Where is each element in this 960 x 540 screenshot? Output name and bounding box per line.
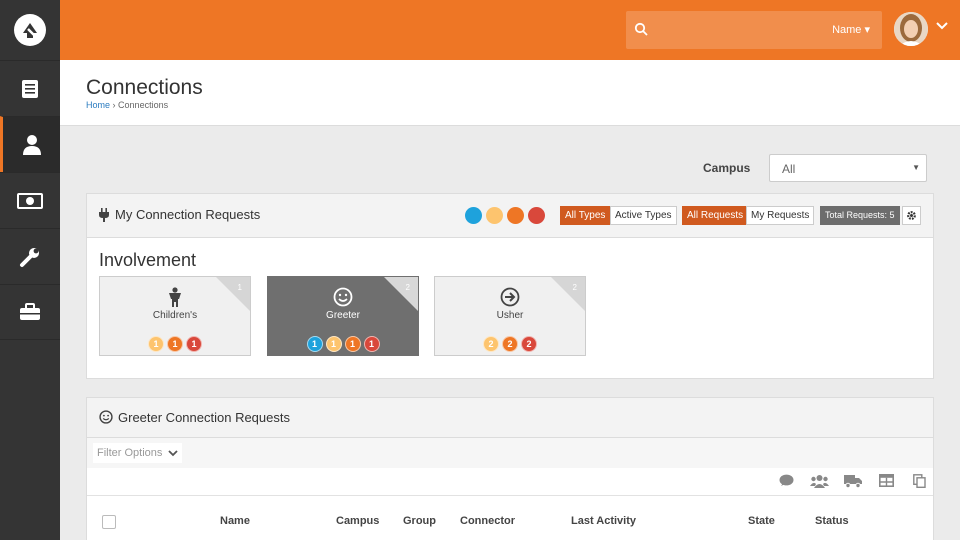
all-requests-button[interactable]: All Requests [682, 206, 749, 225]
status-count-pill: 2 [521, 336, 537, 352]
wrench-icon [20, 247, 39, 267]
my-connection-requests-panel: My Connection Requests All Types Active … [86, 193, 934, 379]
all-types-button[interactable]: All Types [560, 206, 611, 225]
chevron-down-icon[interactable] [936, 22, 948, 30]
gear-icon [907, 211, 916, 220]
status-count-pill: 1 [167, 336, 183, 352]
panel-heading: My Connection Requests All Types Active … [87, 194, 933, 238]
tile-name: Usher [496, 310, 524, 321]
rock-logo[interactable] [0, 0, 60, 60]
tile-name: Greeter [326, 310, 360, 321]
status-dot-active[interactable] [465, 207, 482, 224]
column-state[interactable]: State [748, 515, 775, 527]
tile-name: Children's [152, 310, 198, 321]
smile-icon [333, 287, 353, 307]
campus-selected-value: All [782, 162, 796, 176]
search-filter-dropdown[interactable]: Name ▾ [832, 23, 870, 36]
status-count-pill: 2 [483, 336, 499, 352]
book-icon [22, 79, 38, 98]
sidebar [0, 0, 60, 540]
tile-status-pills: 111 [100, 336, 250, 352]
status-dot-overdue[interactable] [528, 207, 545, 224]
nav-tools[interactable] [0, 228, 60, 284]
panel-heading: Greeter Connection Requests [87, 398, 933, 438]
status-count-pill: 1 [186, 336, 202, 352]
breadcrumb: Home › Connections [86, 100, 168, 110]
select-all-checkbox[interactable] [102, 515, 116, 529]
my-requests-button[interactable]: My Requests [746, 206, 815, 225]
campus-label: Campus [703, 161, 751, 175]
arrow-circle-icon [500, 287, 520, 307]
column-group[interactable]: Group [403, 515, 436, 527]
chevron-down-icon [168, 449, 179, 456]
tile-childrens[interactable]: 1 Children's 111 [99, 276, 251, 356]
tile-status-pills: 1111 [268, 336, 418, 352]
group-icon[interactable] [810, 474, 829, 488]
column-last-activity[interactable]: Last Activity [571, 515, 636, 527]
status-count-pill: 1 [325, 336, 342, 352]
campus-select[interactable]: All ▼ [769, 154, 927, 182]
status-count-pill: 1 [344, 336, 361, 352]
person-icon [22, 134, 41, 155]
money-icon [17, 192, 43, 209]
status-count-pill: 1 [306, 336, 323, 352]
section-heading: Involvement [99, 250, 197, 270]
truck-icon[interactable] [844, 474, 862, 488]
caret-down-icon: ▼ [912, 163, 920, 172]
status-dot-idle[interactable] [486, 207, 503, 224]
user-avatar[interactable] [894, 12, 928, 46]
active-types-button[interactable]: Active Types [610, 206, 677, 225]
filter-options-button[interactable]: Filter Options [93, 443, 183, 463]
briefcase-icon [20, 303, 40, 320]
settings-button[interactable] [902, 206, 921, 225]
table-icon[interactable] [879, 474, 894, 487]
tile-greeter[interactable]: 2 Greeter 1111 [267, 276, 419, 356]
total-requests-badge: Total Requests: 5 [820, 206, 900, 225]
tile-usher[interactable]: 2 Usher 222 [434, 276, 586, 356]
copy-icon[interactable] [913, 474, 926, 488]
page-header: Connections Home › Connections [60, 60, 960, 126]
grid-header: Name Campus Group Connector Last Activit… [87, 498, 933, 540]
search-icon [634, 22, 648, 36]
column-campus[interactable]: Campus [336, 515, 379, 527]
comment-icon[interactable] [779, 474, 794, 488]
greeter-connection-requests-panel: Greeter Connection Requests Filter Optio… [86, 397, 934, 540]
column-connector[interactable]: Connector [460, 515, 515, 527]
panel-title: Greeter Connection Requests [118, 410, 290, 425]
breadcrumb-current: Connections [118, 100, 169, 110]
smile-icon [99, 410, 113, 424]
page-title: Connections [86, 76, 203, 99]
filter-options-label: Filter Options [97, 447, 163, 459]
nav-content[interactable] [0, 60, 60, 116]
breadcrumb-separator: › [112, 100, 116, 110]
child-icon [169, 287, 181, 307]
top-header: Name ▾ [60, 0, 960, 60]
grid-toolbar [87, 468, 933, 496]
filter-row: Filter Options [87, 438, 933, 468]
status-count-pill: 2 [502, 336, 518, 352]
status-count-pill: 1 [363, 336, 380, 352]
panel-title: My Connection Requests [115, 207, 261, 222]
nav-people[interactable] [0, 116, 60, 172]
breadcrumb-home[interactable]: Home [86, 100, 110, 110]
search-bar[interactable]: Name ▾ [626, 11, 882, 49]
status-dot-critical[interactable] [507, 207, 524, 224]
plug-icon [99, 208, 109, 222]
column-status[interactable]: Status [815, 515, 849, 527]
nav-finance[interactable] [0, 172, 60, 228]
status-count-pill: 1 [148, 336, 164, 352]
nav-admin[interactable] [0, 284, 60, 340]
tile-status-pills: 222 [435, 336, 585, 352]
column-name[interactable]: Name [220, 515, 250, 527]
